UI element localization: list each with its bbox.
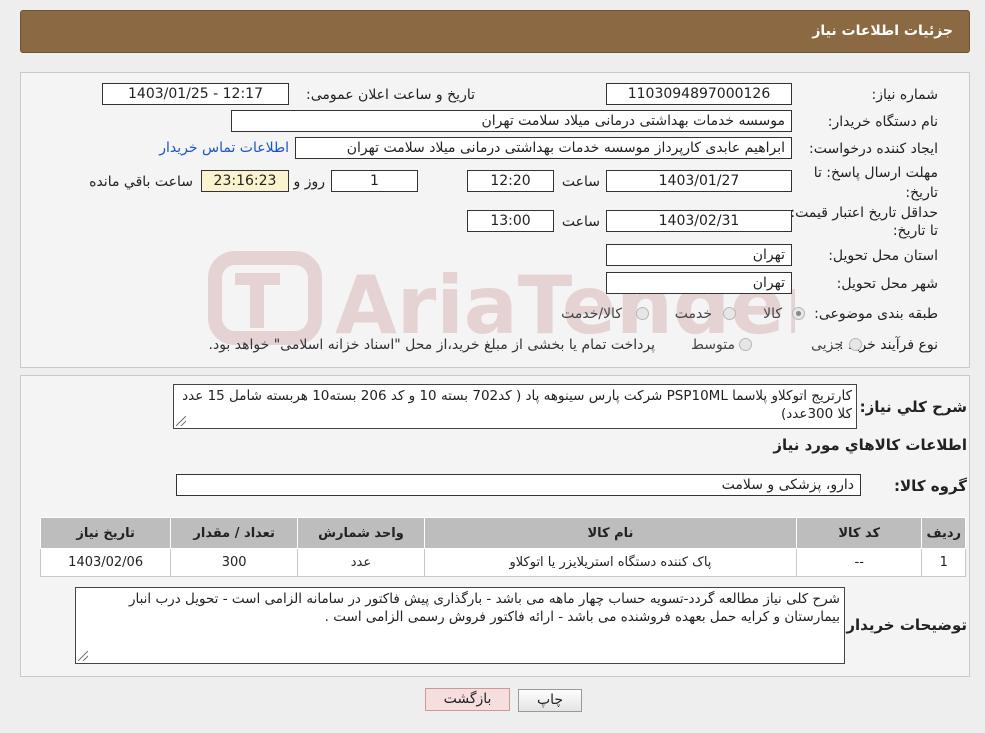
buyer-contact-link[interactable]: اطلاعات تماس خریدار — [159, 140, 289, 156]
validity-date-field: 1403/02/31 — [606, 210, 792, 232]
cell-unit: عدد — [296, 548, 425, 577]
resize-grip-icon[interactable] — [78, 651, 88, 661]
day-and-label: روز و — [293, 174, 326, 190]
page-header: جزئیات اطلاعات نیاز — [20, 10, 970, 53]
cell-code: -- — [795, 548, 923, 577]
province-field: تهران — [606, 244, 792, 266]
announce-datetime-label: تاریخ و ساعت اعلان عمومی: — [306, 87, 475, 103]
cell-quantity: 300 — [170, 548, 298, 577]
category-service-radio[interactable] — [723, 307, 736, 320]
reply-time-field: 12:20 — [467, 170, 554, 192]
category-goods-radio[interactable] — [792, 307, 805, 320]
need-number-label: شماره نیاز: — [871, 87, 939, 103]
treasury-note: پرداخت تمام یا بخشی از مبلغ خرید،از محل … — [208, 337, 655, 353]
category-goods-service-radio[interactable] — [636, 307, 649, 320]
page-title: جزئیات اطلاعات نیاز — [812, 23, 953, 39]
table-row: 1 -- پاک کننده دستگاه استریلایزر یا اتوک… — [39, 548, 966, 577]
requester-label: ایجاد کننده درخواست: — [809, 141, 938, 157]
province-label: استان محل تحویل: — [828, 248, 938, 264]
process-medium-radio[interactable] — [739, 338, 752, 351]
price-validity-label: حداقل تاریخ اعتبار قیمت: تا تاریخ: — [790, 205, 938, 239]
buyer-org-field: موسسه خدمات بهداشتی درمانی میلاد سلامت ت… — [231, 110, 792, 132]
city-label: شهر محل تحویل: — [836, 276, 938, 292]
general-desc-text: کارتریج اتوکلاو پلاسما PSP10ML شرکت پارس… — [182, 388, 852, 422]
cell-row: 1 — [921, 548, 966, 577]
col-need-date: تاریخ نیاز — [39, 517, 172, 549]
reply-deadline-label: مهلت ارسال پاسخ: تا تاریخ: — [813, 165, 938, 201]
back-button[interactable]: بازگشت — [425, 688, 510, 711]
buyer-notes-field: شرح کلی نیاز مطالعه گردد-تسویه حساب چهار… — [75, 587, 845, 664]
col-quantity: تعداد / مقدار — [170, 517, 298, 549]
process-minor-label: جزیی — [811, 337, 843, 353]
col-name: نام کالا — [423, 517, 797, 549]
countdown-field: 23:16:23 — [201, 170, 289, 192]
print-button[interactable]: چاپ — [518, 689, 582, 712]
table-header-row: ردیف کد کالا نام کالا واحد شمارش تعداد /… — [39, 517, 966, 549]
col-code: کد کالا — [795, 517, 923, 549]
category-goods-service-label: کالا/خدمت — [561, 306, 622, 322]
col-unit: واحد شمارش — [296, 517, 425, 549]
cell-need-date: 1403/02/06 — [39, 548, 172, 577]
buyer-org-label: نام دستگاه خریدار: — [827, 114, 938, 130]
city-field: تهران — [606, 272, 792, 294]
goods-group-label: گروه کالا: — [894, 477, 967, 495]
validity-time-label: ساعت — [561, 214, 600, 230]
process-medium-label: متوسط — [691, 337, 735, 353]
validity-time-field: 13:00 — [467, 210, 554, 232]
category-goods-label: کالا — [763, 306, 782, 322]
reply-time-label: ساعت — [561, 174, 600, 190]
goods-group-field: دارو، پزشکی و سلامت — [176, 474, 861, 496]
col-row: ردیف — [921, 517, 966, 549]
category-label: طبقه بندی موضوعی: — [814, 306, 938, 322]
reply-date-field: 1403/01/27 — [606, 170, 792, 192]
buyer-notes-label: توضیحات خریدار: — [840, 616, 967, 634]
cell-name: پاک کننده دستگاه استریلایزر یا اتوکلاو — [423, 548, 797, 577]
announce-datetime-field: 1403/01/25 - 12:17 — [102, 83, 289, 105]
need-number-field: 1103094897000126 — [606, 83, 792, 105]
general-desc-field: کارتریج اتوکلاو پلاسما PSP10ML شرکت پارس… — [173, 384, 857, 429]
goods-info-heading: اطلاعات کالاهاي مورد نياز — [773, 436, 967, 454]
days-remaining-field: 1 — [331, 170, 418, 192]
category-service-label: خدمت — [674, 306, 712, 322]
remaining-label: ساعت باقي مانده — [89, 174, 193, 190]
general-desc-label: شرح کلي نياز: — [859, 398, 967, 416]
goods-table: ردیف کد کالا نام کالا واحد شمارش تعداد /… — [39, 517, 966, 577]
process-minor-radio[interactable] — [849, 338, 862, 351]
requester-field: ابراهیم عابدی کارپرداز موسسه خدمات بهداش… — [295, 137, 792, 159]
resize-grip-icon[interactable] — [176, 416, 186, 426]
buyer-notes-text: شرح کلی نیاز مطالعه گردد-تسویه حساب چهار… — [128, 591, 840, 625]
